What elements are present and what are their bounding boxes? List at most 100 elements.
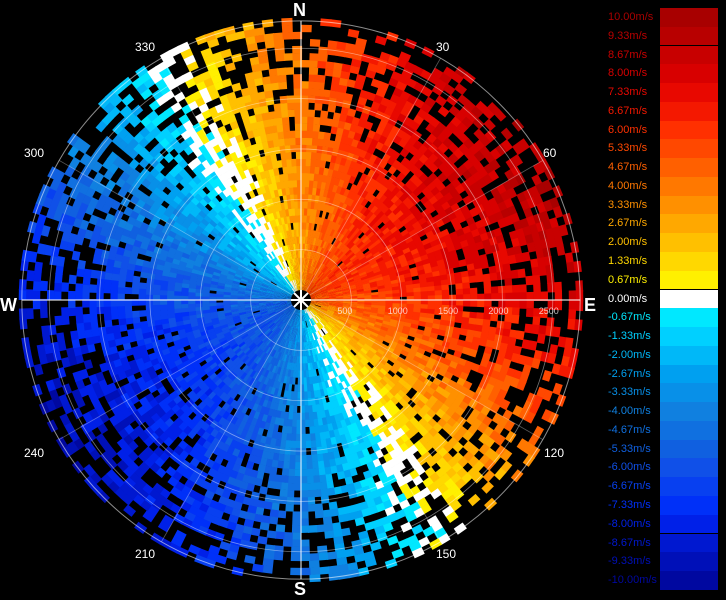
legend-entry-label: 1.33m/s [608, 255, 648, 267]
legend-entry-swatch [660, 308, 718, 327]
legend-entry: -6.67m/s [606, 477, 718, 496]
legend-entry-swatch [660, 101, 718, 121]
legend-entry-label: 4.00m/s [608, 179, 648, 192]
legend-entry: 8.67m/s [606, 45, 718, 65]
range-ring-label: 2500 [539, 306, 559, 316]
legend-entry-swatch [660, 270, 718, 290]
legend-entry-label: -8.67m/s [608, 536, 651, 549]
legend-entry: 6.00m/s [606, 120, 718, 140]
radar-center-icon [291, 290, 311, 310]
legend-entry: 0.67m/s [606, 270, 718, 290]
legend-entry-swatch [660, 496, 718, 515]
legend-entry-swatch [660, 364, 718, 384]
legend-entry: 6.67m/s [606, 101, 718, 121]
legend-entry-label: 10.00m/s [608, 11, 654, 23]
legend-entry-label: 8.00m/s [608, 67, 648, 80]
legend-entry-swatch [660, 402, 718, 421]
legend-entry: -3.33m/s [606, 383, 718, 403]
legend-entry-label: 6.67m/s [608, 104, 648, 117]
legend-entry: -2.00m/s [606, 345, 718, 365]
legend-entry-swatch [660, 571, 718, 590]
legend-entry: 4.67m/s [606, 158, 718, 177]
legend-entry-label: 4.67m/s [608, 161, 648, 174]
bearing-label-240: 240 [24, 446, 45, 460]
compass-north-label: N [293, 0, 306, 20]
legend-entry-label: 5.33m/s [608, 142, 648, 155]
bearing-label-60: 60 [543, 146, 557, 160]
legend-entry-swatch [660, 420, 718, 440]
legend-entry-swatch [660, 552, 718, 572]
legend-entry-swatch [660, 252, 718, 271]
legend-entry: -2.67m/s [606, 364, 718, 384]
legend-entry-swatch [660, 45, 718, 65]
legend-entry-swatch [660, 514, 718, 534]
legend-entry: -6.00m/s [606, 458, 718, 478]
legend-entry: 4.00m/s [606, 176, 718, 196]
legend-entry: 1.33m/s [606, 252, 718, 271]
legend-entry: 10.00m/s [606, 8, 718, 27]
legend-entry-label: 2.00m/s [608, 236, 648, 249]
legend-entry-swatch [660, 477, 718, 496]
legend-entry: -5.33m/s [606, 439, 718, 459]
velocity-color-legend: 10.00m/s 9.33m/s 8.67m/s 8.00m/s 7.33m/s 6.67… [606, 8, 718, 590]
legend-entry-label: -6.00m/s [608, 461, 651, 474]
legend-entry-label: -4.67m/s [608, 423, 651, 436]
legend-entry-label: -0.67m/s [608, 311, 651, 324]
legend-entry-label: 7.33m/s [608, 86, 648, 99]
legend-entry: 2.67m/s [606, 214, 718, 234]
legend-entry: -8.00m/s [606, 514, 718, 534]
legend-entry: -7.33m/s [606, 496, 718, 515]
legend-entry-label: 9.33m/s [608, 29, 648, 42]
legend-entry-label: -6.67m/s [608, 480, 651, 493]
legend-entry-label: -3.33m/s [608, 386, 651, 399]
legend-entry-swatch [660, 383, 718, 403]
legend-entry-swatch [660, 439, 718, 459]
legend-entry-swatch [660, 458, 718, 478]
range-ring-label: 500 [337, 306, 352, 316]
legend-entry-label: -4.00m/s [608, 405, 651, 418]
legend-entry-swatch [660, 139, 718, 159]
compass-east-label: E [584, 295, 597, 315]
legend-entry-label: -7.33m/s [608, 499, 651, 512]
bearing-label-330: 330 [135, 40, 156, 54]
legend-entry-label: -1.33m/s [608, 330, 651, 343]
legend-entry: 5.33m/s [606, 139, 718, 159]
range-ring-label: 1500 [438, 306, 458, 316]
legend-entry: -9.33m/s [606, 552, 718, 572]
bearing-label-150: 150 [436, 547, 457, 561]
legend-entry-label: 6.00m/s [608, 123, 648, 136]
radar-map: 500 1000 1500 2000 2500 [18, 17, 584, 583]
legend-entry-swatch [660, 26, 718, 46]
legend-entry-swatch [660, 176, 718, 196]
legend-entry-swatch [660, 8, 718, 27]
legend-entry-swatch [660, 233, 718, 252]
legend-entry-label: 3.33m/s [608, 198, 648, 211]
legend-entry-label: -2.67m/s [608, 367, 651, 380]
legend-entry-swatch [660, 195, 718, 215]
legend-entry-swatch [660, 158, 718, 177]
range-ring-label: 2000 [488, 306, 508, 316]
legend-entry: 0.00m/s [606, 289, 718, 309]
legend-entry-swatch [660, 64, 718, 83]
legend-entry-label: -8.00m/s [608, 517, 651, 530]
legend-entry-label: -9.33m/s [608, 555, 651, 568]
legend-entry-swatch [660, 214, 718, 234]
legend-entry: -0.67m/s [606, 308, 718, 327]
legend-entry-label: 2.67m/s [608, 217, 648, 230]
bearing-label-300: 300 [24, 146, 45, 160]
legend-entry: 3.33m/s [606, 195, 718, 215]
legend-entry-label: -10.00m/s [608, 574, 657, 587]
radar-display: 500 1000 1500 2000 2500 N S E W 30 60 120 15… [0, 0, 600, 600]
compass-west-label: W [0, 295, 17, 315]
legend-entry: 7.33m/s [606, 83, 718, 102]
compass-south-label: S [294, 579, 307, 599]
bearing-label-120: 120 [544, 446, 565, 460]
legend-entry-label: -2.00m/s [608, 348, 651, 361]
legend-entry: 2.00m/s [606, 233, 718, 252]
legend-entry-swatch [660, 327, 718, 346]
legend-entry: -8.67m/s [606, 533, 718, 553]
legend-entry-swatch [660, 533, 718, 553]
legend-entry-label: 8.67m/s [608, 48, 648, 61]
bearing-label-30: 30 [436, 40, 450, 54]
legend-entry-swatch [660, 83, 718, 102]
